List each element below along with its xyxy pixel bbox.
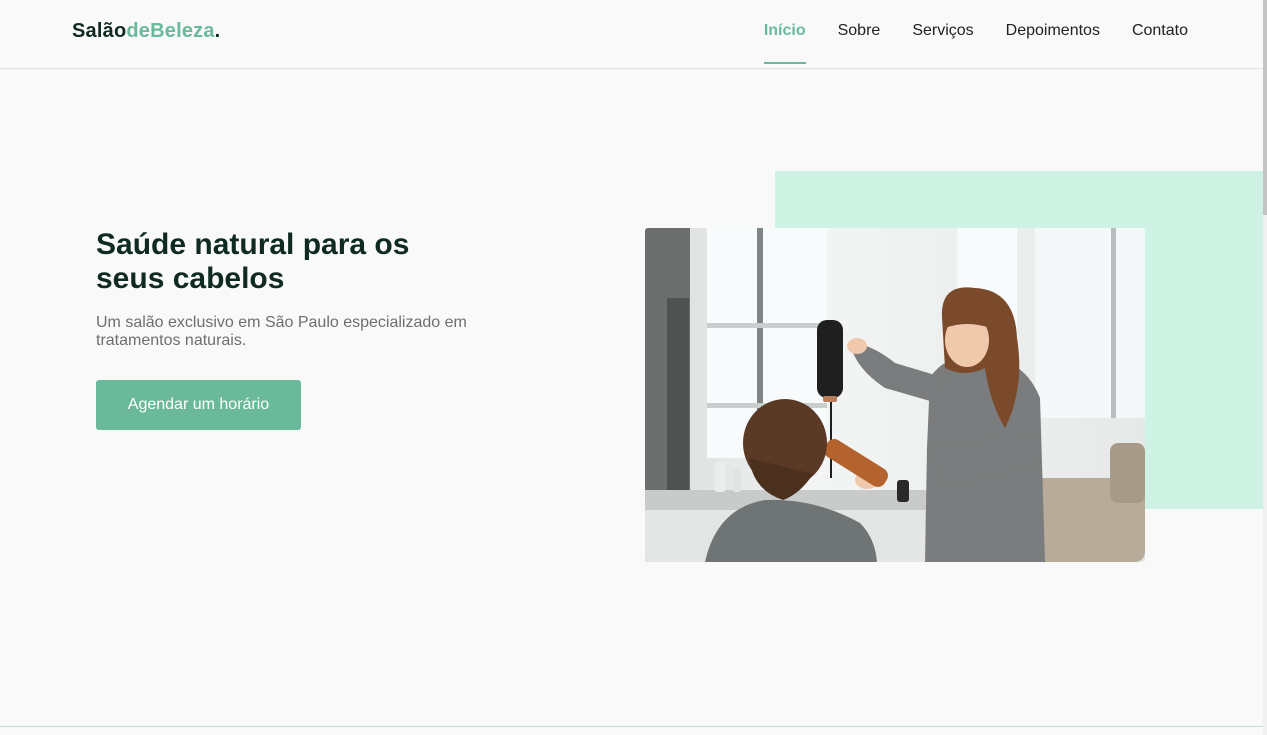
section-divider: [0, 726, 1263, 727]
page-scrollbar[interactable]: [1263, 0, 1267, 735]
hero-title: Saúde natural para os seus cabelos: [96, 228, 410, 295]
site-header: SalãodeBeleza. Início Sobre Serviços Dep…: [0, 0, 1263, 69]
salon-photo-illustration: [645, 228, 1145, 562]
nav-link-depoimentos[interactable]: Depoimentos: [1006, 0, 1100, 64]
main-nav: Início Sobre Serviços Depoimentos Contat…: [732, 0, 1188, 69]
nav-link-contato[interactable]: Contato: [1132, 0, 1188, 64]
scrollbar-thumb[interactable]: [1263, 0, 1267, 215]
hero-subtitle: Um salão exclusivo em São Paulo especial…: [96, 314, 467, 349]
nav-link-inicio[interactable]: Início: [763, 0, 806, 64]
site-logo[interactable]: SalãodeBeleza.: [72, 20, 220, 43]
hero-text: Saúde natural para os seus cabelos Um sa…: [96, 228, 496, 350]
nav-link-sobre[interactable]: Sobre: [838, 0, 881, 64]
logo-text-primary: Salão: [72, 20, 127, 42]
nav-link-servicos[interactable]: Serviços: [912, 0, 973, 64]
logo-dot: .: [214, 20, 221, 42]
schedule-appointment-button[interactable]: Agendar um horário: [96, 380, 301, 430]
hero-photo: [645, 228, 1145, 562]
logo-text-accent: deBeleza: [126, 20, 215, 42]
